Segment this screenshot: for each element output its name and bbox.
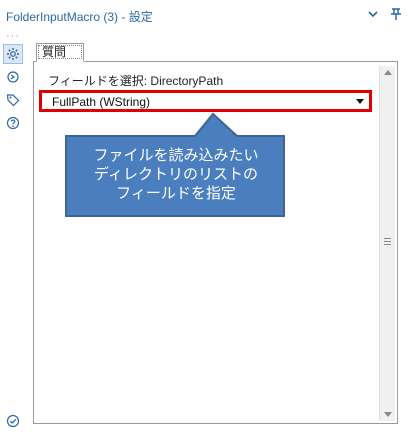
- callout-line-1: ファイルを読み込みたい: [93, 146, 259, 164]
- tag-icon[interactable]: [3, 90, 23, 110]
- scroll-up-arrow-icon[interactable]: [384, 70, 392, 75]
- field-dropdown[interactable]: FullPath (WString): [39, 90, 372, 112]
- chevron-down-icon[interactable]: [364, 5, 382, 23]
- config-panel: [33, 61, 398, 424]
- check-circle-icon[interactable]: [3, 411, 23, 431]
- scroll-thumb-grip[interactable]: [384, 238, 391, 245]
- gear-icon[interactable]: [3, 44, 23, 64]
- pin-icon[interactable]: [387, 5, 405, 23]
- tab-label: 質問: [42, 45, 67, 59]
- field-select-label: フィールドを選択: DirectoryPath: [48, 74, 224, 88]
- vertical-scrollbar[interactable]: [379, 66, 395, 421]
- field-dropdown-value: FullPath (WString): [52, 95, 151, 109]
- help-icon[interactable]: [3, 113, 23, 133]
- dropdown-arrow-icon[interactable]: [356, 99, 364, 104]
- sidebar: [0, 36, 26, 432]
- callout-text: ファイルを読み込みたい ディレクトリのリストの フィールドを指定: [66, 146, 286, 203]
- title-bar: FolderInputMacro (3) - 設定: [0, 0, 409, 30]
- scroll-down-arrow-icon[interactable]: [384, 412, 392, 417]
- callout-line-3: フィールドを指定: [116, 184, 236, 202]
- window-title: FolderInputMacro (3) - 設定: [6, 10, 153, 24]
- tab-questions[interactable]: 質問: [36, 43, 84, 62]
- arrow-cycle-icon[interactable]: [3, 67, 23, 87]
- callout-line-2: ディレクトリのリストの: [94, 165, 258, 183]
